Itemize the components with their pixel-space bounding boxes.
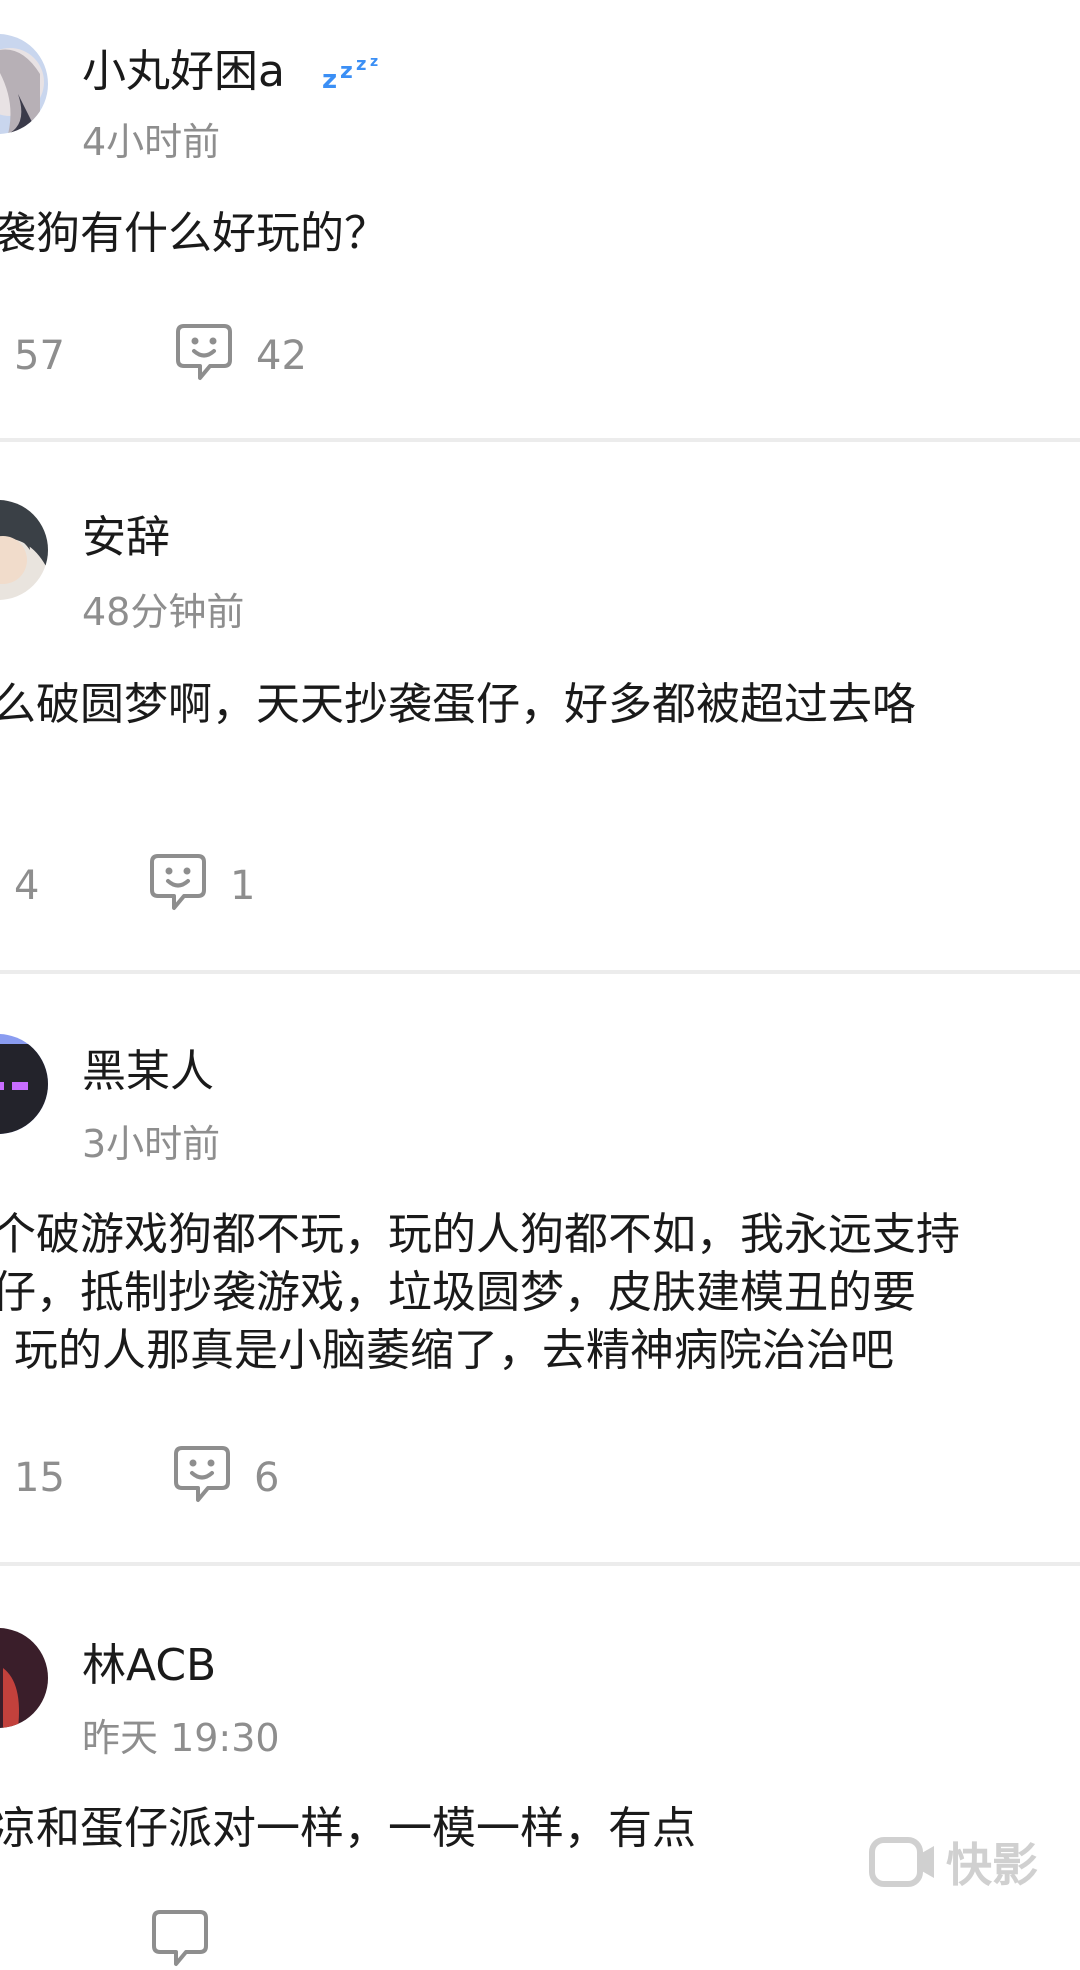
- svg-text:z: z: [322, 65, 337, 92]
- comment-count[interactable]: 1: [230, 862, 255, 910]
- watermark-label: 快影: [946, 1838, 1038, 1892]
- comment-smiley-icon[interactable]: [148, 1906, 212, 1970]
- comment-line: 仔，抵制抄袭游戏，垃圾圆梦，皮肤建模丑的要: [0, 1267, 916, 1318]
- kuaiying-logo-icon: [869, 1837, 934, 1887]
- comment-text: 么破圆梦啊，天天抄袭蛋仔，好多都被超过去咯: [0, 676, 916, 734]
- like-count[interactable]: 57: [14, 332, 65, 380]
- timestamp: 48分钟前: [82, 590, 245, 634]
- divider: [0, 438, 1080, 442]
- comment-text: 凉和蛋仔派对一样，一模一样，有点: [0, 1800, 696, 1858]
- comment-line: 玩的人那真是小脑萎缩了，去精神病院治治吧: [14, 1325, 894, 1376]
- username[interactable]: 黑某人: [82, 1046, 214, 1098]
- timestamp: 3小时前: [82, 1122, 221, 1166]
- comment-line: 个破游戏狗都不玩，玩的人狗都不如，我永远支持: [0, 1209, 960, 1260]
- avatar[interactable]: [0, 1628, 48, 1728]
- timestamp: 昨天 19:30: [82, 1716, 280, 1760]
- divider: [0, 970, 1080, 974]
- comment-text: 个破游戏狗都不玩，玩的人狗都不如，我永远支持 仔，抵制抄袭游戏，垃圾圆梦，皮肤建…: [0, 1206, 960, 1380]
- timestamp: 4小时前: [82, 120, 221, 164]
- username[interactable]: 小丸好困a: [82, 46, 285, 98]
- comment-text: 袭狗有什么好玩的？: [0, 205, 388, 263]
- avatar[interactable]: [0, 1034, 48, 1134]
- svg-text:z: z: [370, 54, 378, 70]
- avatar[interactable]: [0, 34, 48, 134]
- comment-feed: 小丸好困a z z z z 4小时前 袭狗有什么好玩的？ 57 42 安辞 48…: [0, 0, 1080, 1966]
- svg-text:z: z: [356, 54, 366, 75]
- comment-line: 凉和蛋仔派对一样，一模一样，有点: [0, 1803, 696, 1854]
- comment-line: 袭狗有什么好玩的？: [0, 208, 388, 259]
- avatar[interactable]: [0, 500, 48, 600]
- username[interactable]: 林ACB: [82, 1640, 216, 1692]
- kuaiying-watermark: 快影: [868, 1832, 1038, 1892]
- username[interactable]: 安辞: [82, 512, 170, 564]
- like-count[interactable]: 15: [14, 1454, 65, 1502]
- comment-smiley-icon[interactable]: [146, 850, 210, 914]
- like-count[interactable]: 4: [14, 862, 39, 910]
- comment-count[interactable]: 42: [256, 332, 307, 380]
- comment-count[interactable]: 6: [254, 1454, 279, 1502]
- comment-line: 么破圆梦啊，天天抄袭蛋仔，好多都被超过去咯: [0, 679, 916, 730]
- zzz-sleep-icon: z z z z: [322, 54, 378, 92]
- svg-text:z: z: [340, 59, 353, 84]
- comment-smiley-icon[interactable]: [170, 1442, 234, 1506]
- divider: [0, 1562, 1080, 1566]
- comment-smiley-icon[interactable]: [172, 320, 236, 384]
